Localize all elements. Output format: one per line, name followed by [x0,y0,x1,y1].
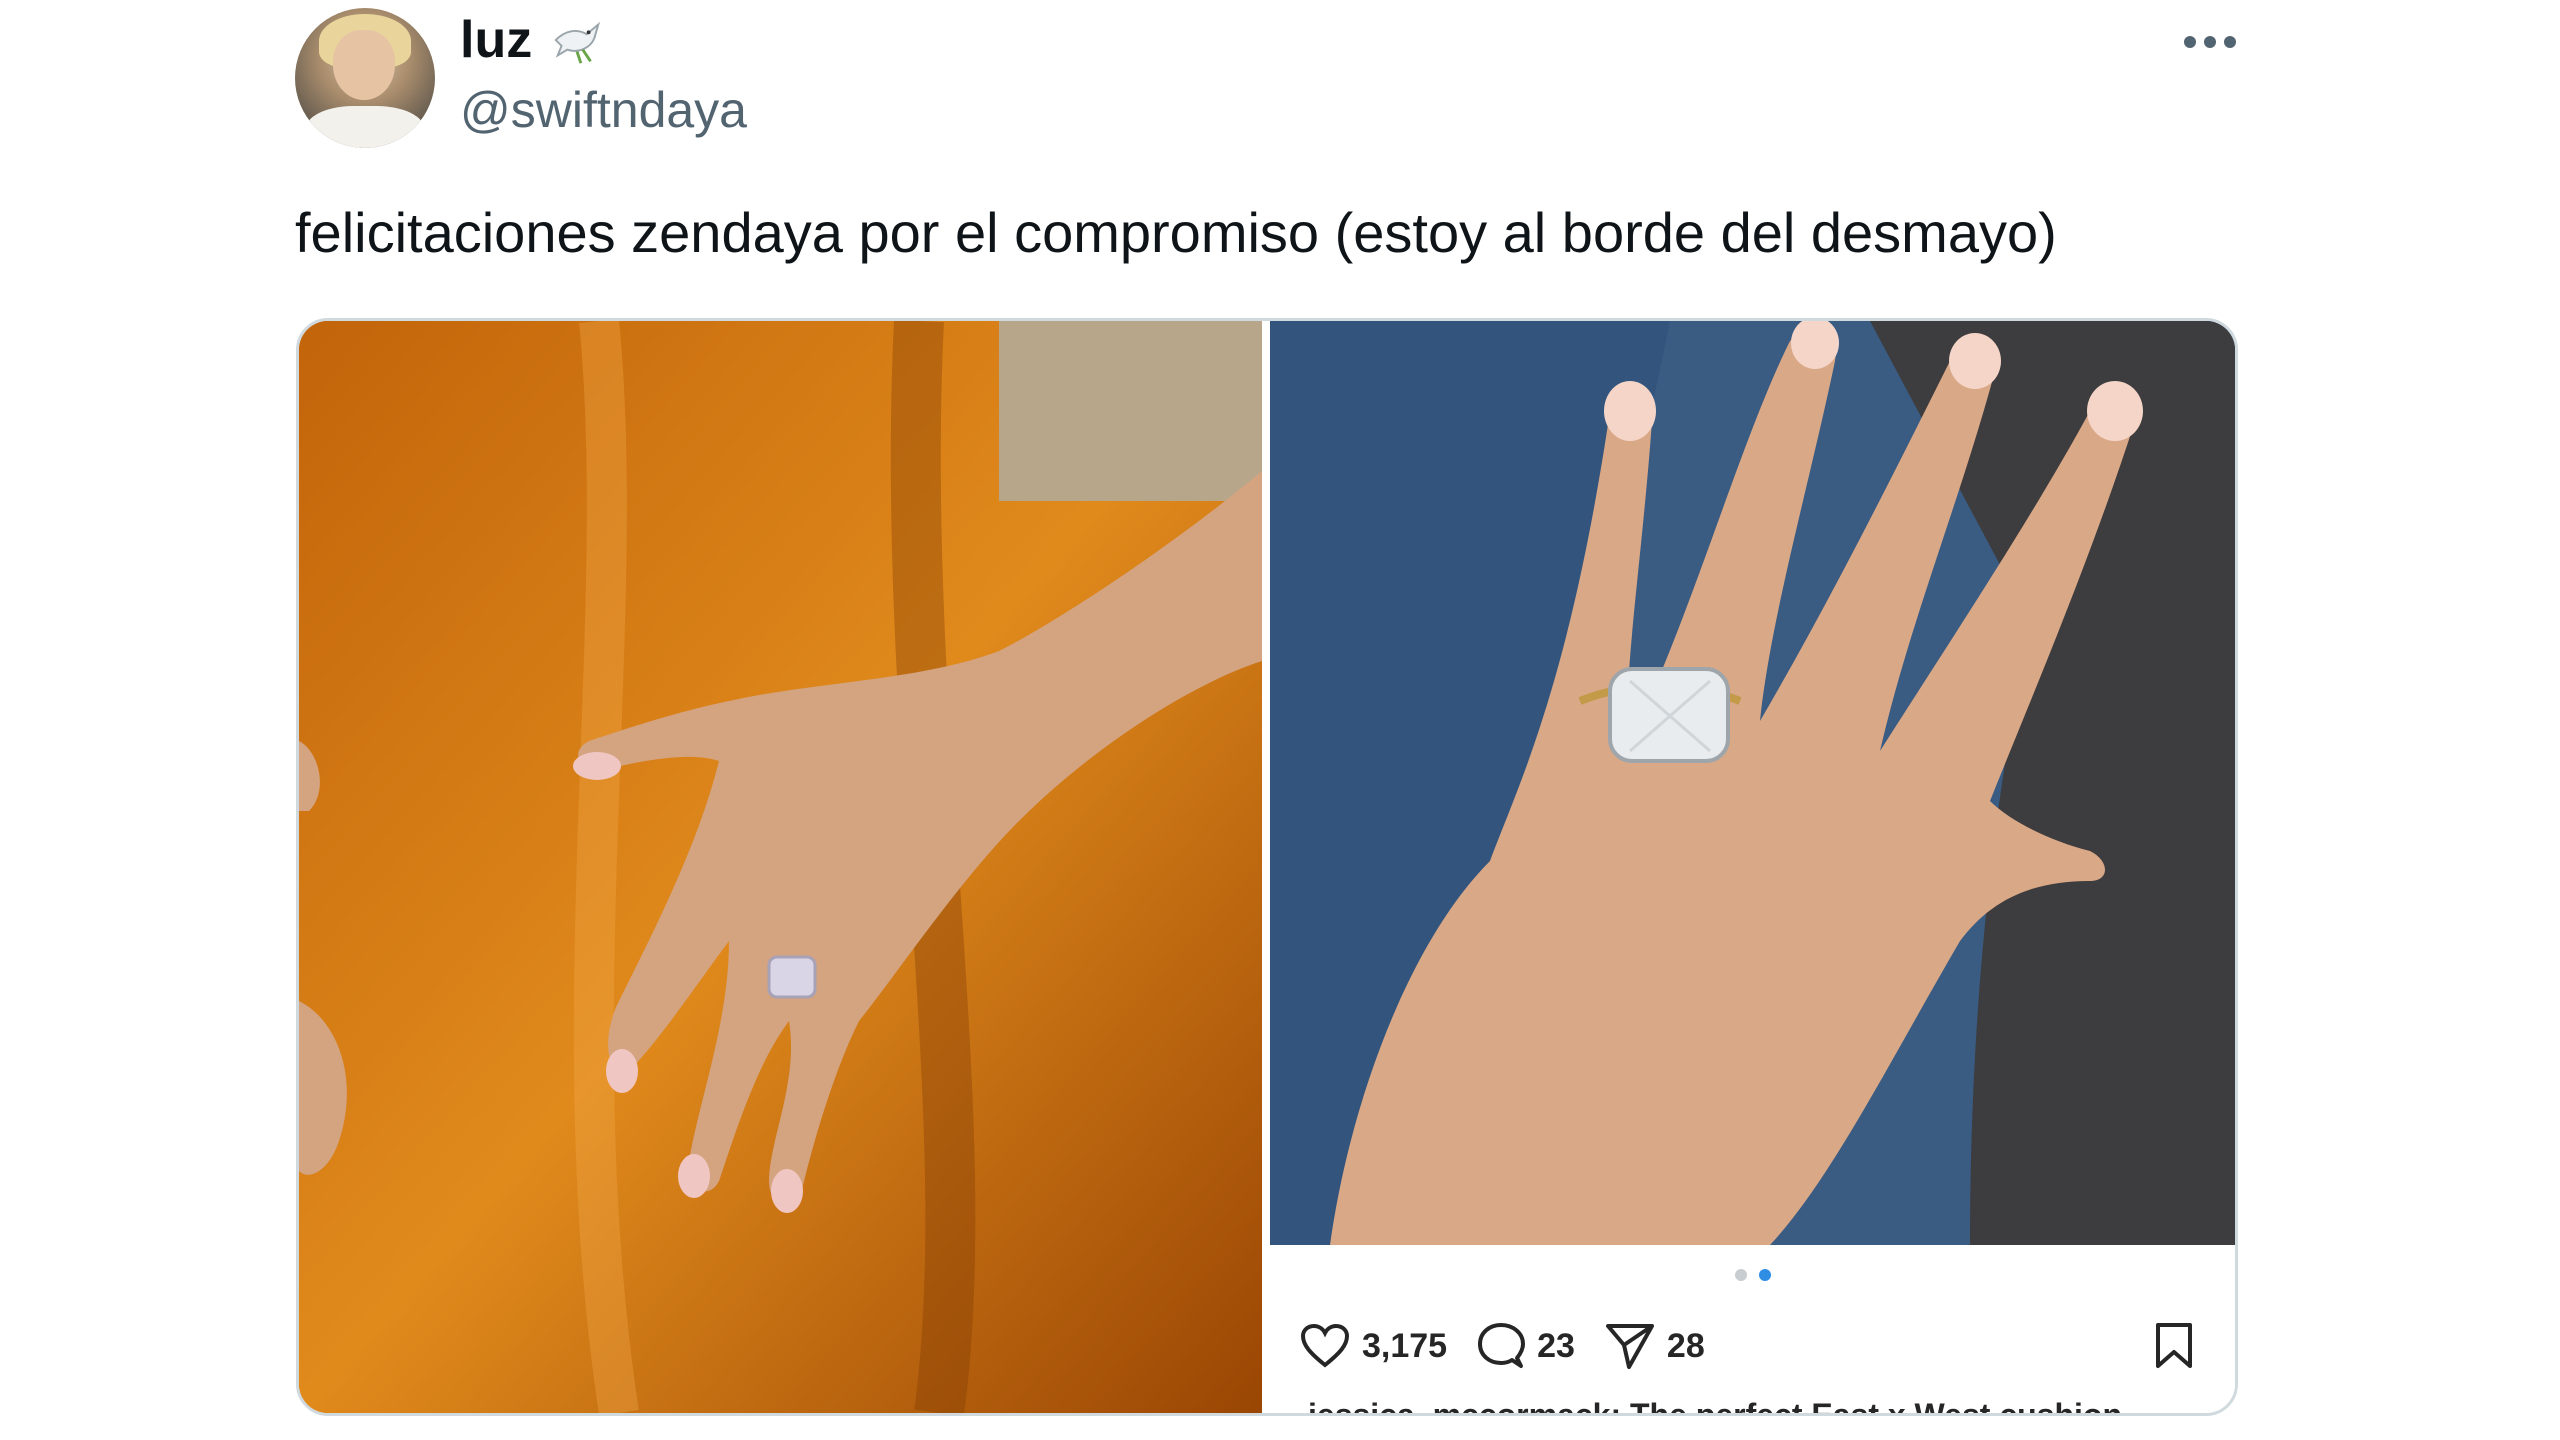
more-horizontal-icon [2184,36,2236,48]
send-icon [1605,1324,1654,1369]
avatar[interactable] [295,8,435,148]
carousel-dot-active[interactable] [1758,1269,1771,1281]
like-action[interactable]: 3,175 [1300,1323,1447,1369]
tweet: luz @swiftndaya felicitaciones zendaya p… [0,0,2560,1440]
media-image-left[interactable] [299,321,1262,1413]
share-count: 28 [1666,1326,1705,1365]
media-image-right[interactable]: 3,175 23 28 [1270,321,2235,1413]
caption-preview: jessica_mccormack: The perfect East x We… [1308,1397,2122,1413]
media-divider [1262,321,1270,1413]
save-action[interactable] [2154,1311,2194,1381]
comment-bubble-icon [1478,1323,1526,1368]
avatar-shirt [305,106,425,148]
display-name-text: luz [460,11,533,69]
carousel-dot[interactable] [1734,1269,1747,1281]
hand-photo-orange [299,321,1262,1413]
hand-photo-denim [1270,321,2235,1245]
tweet-text: felicitaciones zendaya por el compromiso… [295,201,2057,264]
tweet-media[interactable]: 3,175 23 28 [296,318,2238,1416]
comment-action[interactable]: 23 [1477,1322,1575,1370]
like-count: 3,175 [1362,1326,1448,1365]
carousel-dots[interactable] [1270,1269,2235,1281]
heart-icon [1300,1323,1350,1368]
display-name[interactable]: luz [460,10,606,70]
bookmark-icon [2156,1323,2192,1368]
share-action[interactable]: 28 [1605,1322,1705,1370]
dove-icon [554,21,601,64]
comment-count: 23 [1537,1326,1575,1365]
more-button[interactable] [2180,22,2240,62]
user-handle[interactable]: @swiftndaya [460,80,747,140]
avatar-face [333,30,395,100]
instagram-actions-bar: 3,175 23 28 [1300,1311,2220,1381]
